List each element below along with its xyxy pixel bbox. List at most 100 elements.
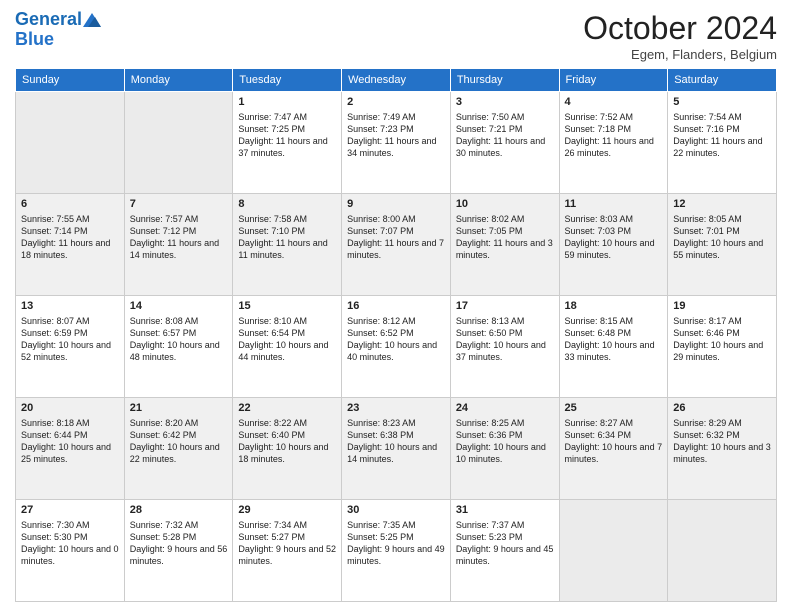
day-number: 1	[238, 95, 336, 110]
day-number: 27	[21, 503, 119, 518]
calendar-cell: 10Sunrise: 8:02 AMSunset: 7:05 PMDayligh…	[450, 194, 559, 296]
week-row-5: 27Sunrise: 7:30 AMSunset: 5:30 PMDayligh…	[16, 500, 777, 602]
col-header-wednesday: Wednesday	[342, 69, 451, 92]
calendar-cell: 12Sunrise: 8:05 AMSunset: 7:01 PMDayligh…	[668, 194, 777, 296]
cell-text: Daylight: 10 hours and 52 minutes.	[21, 339, 119, 363]
cell-text: Sunrise: 7:52 AM	[565, 111, 663, 123]
cell-text: Sunrise: 7:50 AM	[456, 111, 554, 123]
cell-text: Sunset: 7:18 PM	[565, 123, 663, 135]
cell-text: Sunrise: 7:32 AM	[130, 519, 228, 531]
cell-text: Daylight: 10 hours and 7 minutes.	[565, 441, 663, 465]
cell-text: Sunrise: 8:25 AM	[456, 417, 554, 429]
title-area: October 2024 Egem, Flanders, Belgium	[583, 10, 777, 62]
cell-text: Sunrise: 8:05 AM	[673, 213, 771, 225]
logo-blue: Blue	[15, 30, 101, 50]
week-row-3: 13Sunrise: 8:07 AMSunset: 6:59 PMDayligh…	[16, 296, 777, 398]
cell-text: Sunset: 7:12 PM	[130, 225, 228, 237]
day-number: 22	[238, 401, 336, 416]
cell-text: Sunset: 6:32 PM	[673, 429, 771, 441]
day-number: 8	[238, 197, 336, 212]
cell-text: Sunset: 5:27 PM	[238, 531, 336, 543]
calendar-cell	[668, 500, 777, 602]
cell-text: Sunset: 5:30 PM	[21, 531, 119, 543]
calendar-cell: 19Sunrise: 8:17 AMSunset: 6:46 PMDayligh…	[668, 296, 777, 398]
cell-text: Sunrise: 8:08 AM	[130, 315, 228, 327]
cell-text: Daylight: 10 hours and 29 minutes.	[673, 339, 771, 363]
cell-text: Sunrise: 7:30 AM	[21, 519, 119, 531]
cell-text: Sunset: 7:07 PM	[347, 225, 445, 237]
day-number: 25	[565, 401, 663, 416]
calendar-cell: 3Sunrise: 7:50 AMSunset: 7:21 PMDaylight…	[450, 92, 559, 194]
location: Egem, Flanders, Belgium	[583, 47, 777, 62]
cell-text: Sunset: 6:42 PM	[130, 429, 228, 441]
logo: General Blue	[15, 10, 101, 50]
day-number: 29	[238, 503, 336, 518]
day-number: 7	[130, 197, 228, 212]
cell-text: Sunrise: 8:22 AM	[238, 417, 336, 429]
cell-text: Sunset: 7:01 PM	[673, 225, 771, 237]
cell-text: Sunrise: 8:29 AM	[673, 417, 771, 429]
cell-text: Sunset: 5:28 PM	[130, 531, 228, 543]
calendar-cell: 30Sunrise: 7:35 AMSunset: 5:25 PMDayligh…	[342, 500, 451, 602]
col-header-saturday: Saturday	[668, 69, 777, 92]
cell-text: Sunset: 6:54 PM	[238, 327, 336, 339]
cell-text: Daylight: 10 hours and 48 minutes.	[130, 339, 228, 363]
calendar-cell: 20Sunrise: 8:18 AMSunset: 6:44 PMDayligh…	[16, 398, 125, 500]
day-number: 6	[21, 197, 119, 212]
cell-text: Sunrise: 8:17 AM	[673, 315, 771, 327]
cell-text: Daylight: 11 hours and 11 minutes.	[238, 237, 336, 261]
day-number: 19	[673, 299, 771, 314]
cell-text: Sunset: 7:14 PM	[21, 225, 119, 237]
day-number: 13	[21, 299, 119, 314]
cell-text: Sunrise: 8:18 AM	[21, 417, 119, 429]
cell-text: Daylight: 10 hours and 3 minutes.	[673, 441, 771, 465]
cell-text: Sunrise: 7:49 AM	[347, 111, 445, 123]
cell-text: Sunset: 6:36 PM	[456, 429, 554, 441]
calendar-cell: 9Sunrise: 8:00 AMSunset: 7:07 PMDaylight…	[342, 194, 451, 296]
cell-text: Sunrise: 7:55 AM	[21, 213, 119, 225]
day-number: 21	[130, 401, 228, 416]
cell-text: Daylight: 10 hours and 25 minutes.	[21, 441, 119, 465]
calendar-cell: 22Sunrise: 8:22 AMSunset: 6:40 PMDayligh…	[233, 398, 342, 500]
header: General Blue October 2024 Egem, Flanders…	[15, 10, 777, 62]
calendar-cell: 17Sunrise: 8:13 AMSunset: 6:50 PMDayligh…	[450, 296, 559, 398]
day-number: 20	[21, 401, 119, 416]
cell-text: Sunrise: 8:12 AM	[347, 315, 445, 327]
week-row-4: 20Sunrise: 8:18 AMSunset: 6:44 PMDayligh…	[16, 398, 777, 500]
cell-text: Sunset: 7:23 PM	[347, 123, 445, 135]
calendar-cell: 27Sunrise: 7:30 AMSunset: 5:30 PMDayligh…	[16, 500, 125, 602]
cell-text: Sunset: 5:23 PM	[456, 531, 554, 543]
logo-text: General	[15, 10, 82, 30]
day-number: 5	[673, 95, 771, 110]
cell-text: Daylight: 11 hours and 26 minutes.	[565, 135, 663, 159]
cell-text: Sunset: 7:25 PM	[238, 123, 336, 135]
cell-text: Sunrise: 7:35 AM	[347, 519, 445, 531]
cell-text: Daylight: 10 hours and 14 minutes.	[347, 441, 445, 465]
cell-text: Sunset: 6:44 PM	[21, 429, 119, 441]
month-title: October 2024	[583, 10, 777, 47]
header-row: SundayMondayTuesdayWednesdayThursdayFrid…	[16, 69, 777, 92]
cell-text: Sunrise: 7:57 AM	[130, 213, 228, 225]
cell-text: Sunset: 6:38 PM	[347, 429, 445, 441]
col-header-thursday: Thursday	[450, 69, 559, 92]
cell-text: Sunrise: 7:34 AM	[238, 519, 336, 531]
cell-text: Sunrise: 8:02 AM	[456, 213, 554, 225]
cell-text: Sunset: 5:25 PM	[347, 531, 445, 543]
day-number: 12	[673, 197, 771, 212]
cell-text: Sunrise: 8:10 AM	[238, 315, 336, 327]
cell-text: Daylight: 10 hours and 0 minutes.	[21, 543, 119, 567]
logo-icon	[83, 13, 101, 27]
cell-text: Sunrise: 8:15 AM	[565, 315, 663, 327]
day-number: 15	[238, 299, 336, 314]
cell-text: Sunrise: 8:20 AM	[130, 417, 228, 429]
cell-text: Daylight: 10 hours and 55 minutes.	[673, 237, 771, 261]
cell-text: Daylight: 10 hours and 44 minutes.	[238, 339, 336, 363]
cell-text: Sunrise: 8:27 AM	[565, 417, 663, 429]
calendar-cell: 6Sunrise: 7:55 AMSunset: 7:14 PMDaylight…	[16, 194, 125, 296]
calendar-cell	[124, 92, 233, 194]
day-number: 4	[565, 95, 663, 110]
cell-text: Sunrise: 8:03 AM	[565, 213, 663, 225]
cell-text: Sunset: 6:59 PM	[21, 327, 119, 339]
calendar-cell: 1Sunrise: 7:47 AMSunset: 7:25 PMDaylight…	[233, 92, 342, 194]
col-header-sunday: Sunday	[16, 69, 125, 92]
